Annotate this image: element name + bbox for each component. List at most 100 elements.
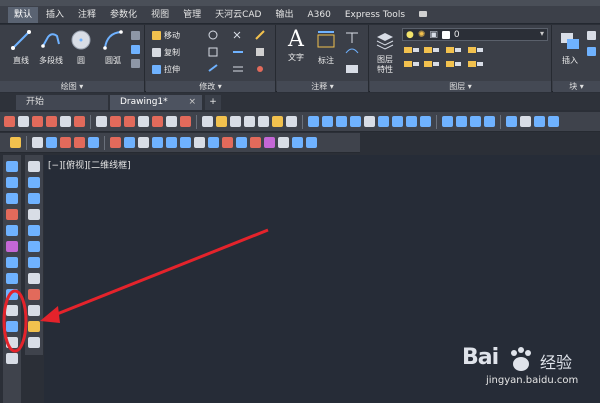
tool-icon[interactable] xyxy=(110,116,121,127)
tool-icon[interactable] xyxy=(46,116,57,127)
tool-icon[interactable] xyxy=(32,116,43,127)
tool-icon[interactable] xyxy=(28,193,40,204)
tool-icon[interactable] xyxy=(28,321,40,332)
tool-icon[interactable] xyxy=(194,137,205,148)
move-button[interactable]: 移动 xyxy=(152,30,180,41)
tool-icon[interactable] xyxy=(406,116,417,127)
tool-icon[interactable] xyxy=(180,116,191,127)
tool-icon[interactable] xyxy=(222,137,233,148)
tool-icon[interactable] xyxy=(28,209,40,220)
copy-button[interactable]: 复制 xyxy=(152,47,180,58)
tool-icon[interactable] xyxy=(74,116,85,127)
annotate-group-title[interactable]: 注释 ▾ xyxy=(277,81,368,92)
tool-icon[interactable] xyxy=(308,116,319,127)
tool-icon[interactable] xyxy=(6,257,18,268)
modify-group-title[interactable]: 修改 ▾ xyxy=(146,81,275,92)
tool-icon[interactable] xyxy=(484,116,495,127)
tab-output[interactable]: 输出 xyxy=(269,7,299,23)
layer-dropdown[interactable]: ● ✺ ▣ 0 ▾ xyxy=(402,28,548,41)
block-extra-icon[interactable] xyxy=(587,31,596,40)
tab-express-tools[interactable]: Express Tools xyxy=(339,7,411,23)
draw-group-title[interactable]: 绘图 ▾ xyxy=(0,81,144,92)
tool-icon[interactable] xyxy=(456,116,467,127)
tool-icon[interactable] xyxy=(10,137,21,148)
doc-tab-start[interactable]: 开始 xyxy=(16,95,108,110)
tool-icon[interactable] xyxy=(152,116,163,127)
tool-icon[interactable] xyxy=(6,193,18,204)
tool-icon[interactable] xyxy=(202,116,213,127)
tab-view[interactable]: 视图 xyxy=(145,7,175,23)
tool-icon[interactable] xyxy=(364,116,375,127)
tool-icon[interactable] xyxy=(60,116,71,127)
doc-tab-drawing1[interactable]: Drawing1* × xyxy=(110,95,202,110)
tool-icon[interactable] xyxy=(28,289,40,300)
tool-icon[interactable] xyxy=(124,116,135,127)
tab-cloud[interactable]: 天河云CAD xyxy=(209,7,267,23)
tool-icon[interactable] xyxy=(28,161,40,172)
tool-icon[interactable] xyxy=(74,137,85,148)
tool-icon[interactable] xyxy=(272,116,283,127)
tool-icon[interactable] xyxy=(28,241,40,252)
insert-button[interactable]: 插入 xyxy=(557,29,583,66)
close-icon[interactable]: × xyxy=(188,95,196,110)
stretch-button[interactable]: 拉伸 xyxy=(152,64,180,75)
tab-a360[interactable]: A360 xyxy=(301,7,336,23)
layers-group-title[interactable]: 图层 ▾ xyxy=(370,81,551,92)
tool-icon[interactable] xyxy=(6,209,18,220)
tool-icon[interactable] xyxy=(166,137,177,148)
tool-icon[interactable] xyxy=(6,337,18,348)
tool-icon[interactable] xyxy=(208,137,219,148)
tool-icon[interactable] xyxy=(28,177,40,188)
dimension-button[interactable]: 标注 xyxy=(313,29,339,66)
tool-icon[interactable] xyxy=(250,137,261,148)
tool-icon[interactable] xyxy=(520,116,531,127)
tool-icon[interactable] xyxy=(124,137,135,148)
arc-button[interactable]: 圆弧 xyxy=(100,29,126,66)
tool-icon[interactable] xyxy=(6,177,18,188)
tool-icon[interactable] xyxy=(6,305,18,316)
tool-icon[interactable] xyxy=(152,137,163,148)
new-tab-button[interactable]: + xyxy=(205,95,221,110)
tool-icon[interactable] xyxy=(32,137,43,148)
tool-icon[interactable] xyxy=(292,137,303,148)
layer-tools-icon[interactable] xyxy=(402,45,548,77)
tool-icon[interactable] xyxy=(28,257,40,268)
tab-insert[interactable]: 插入 xyxy=(40,7,70,23)
tool-icon[interactable] xyxy=(138,137,149,148)
ribbon-options-icon[interactable] xyxy=(413,7,435,23)
tool-icon[interactable] xyxy=(534,116,545,127)
tool-icon[interactable] xyxy=(28,305,40,316)
tool-icon[interactable] xyxy=(4,116,15,127)
tool-icon[interactable] xyxy=(28,225,40,236)
tool-icon[interactable] xyxy=(278,137,289,148)
tool-icon[interactable] xyxy=(506,116,517,127)
tool-icon[interactable] xyxy=(216,116,227,127)
draw-extra-icon[interactable] xyxy=(131,59,140,68)
tool-icon[interactable] xyxy=(28,273,40,284)
tool-icon[interactable] xyxy=(138,116,149,127)
annotate-tools-icon[interactable] xyxy=(343,29,365,79)
line-button[interactable]: 直线 xyxy=(8,29,34,66)
tool-icon[interactable] xyxy=(244,116,255,127)
tool-icon[interactable] xyxy=(236,137,247,148)
tab-annotate[interactable]: 注释 xyxy=(72,7,102,23)
tool-icon[interactable] xyxy=(88,137,99,148)
tool-icon[interactable] xyxy=(392,116,403,127)
tool-icon[interactable] xyxy=(6,321,18,332)
tool-icon[interactable] xyxy=(322,116,333,127)
block-extra-icon[interactable] xyxy=(587,47,596,56)
tool-icon[interactable] xyxy=(350,116,361,127)
tool-icon[interactable] xyxy=(336,116,347,127)
tool-icon[interactable] xyxy=(110,137,121,148)
tool-icon[interactable] xyxy=(180,137,191,148)
tool-icon[interactable] xyxy=(470,116,481,127)
tool-icon[interactable] xyxy=(60,137,71,148)
tool-icon[interactable] xyxy=(6,273,18,284)
tool-icon[interactable] xyxy=(442,116,453,127)
tool-icon[interactable] xyxy=(420,116,431,127)
tool-icon[interactable] xyxy=(6,353,18,364)
layer-properties-button[interactable]: 图层 特性 xyxy=(372,29,398,75)
polyline-button[interactable]: 多段线 xyxy=(38,29,64,66)
tool-icon[interactable] xyxy=(230,116,241,127)
tool-icon[interactable] xyxy=(46,137,57,148)
